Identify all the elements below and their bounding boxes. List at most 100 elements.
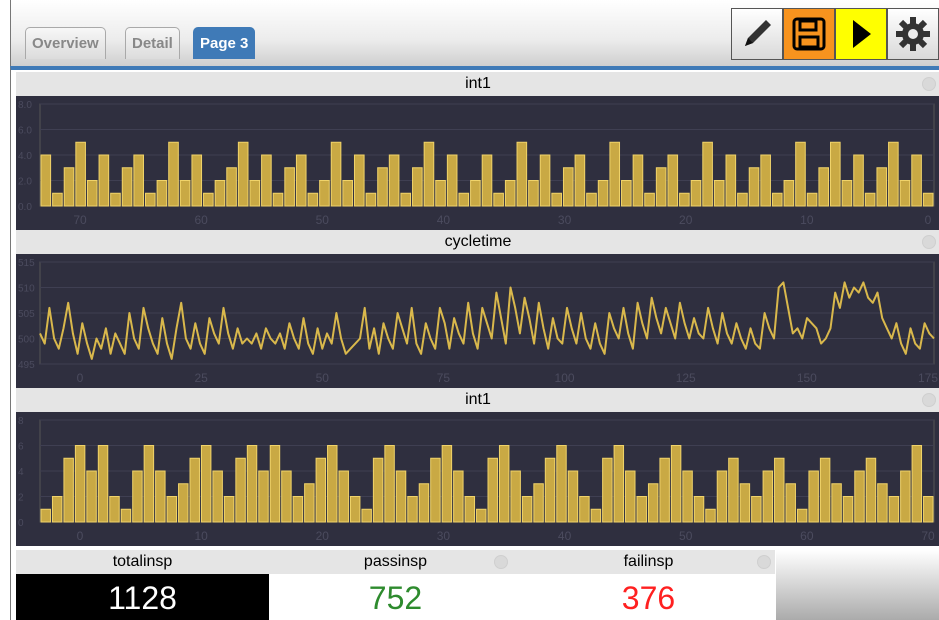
y-tick-label: 6 [18,442,24,453]
bar [86,470,97,523]
x-tick-label: 10 [194,529,208,543]
bar [621,180,632,207]
bar [214,180,226,207]
bar [636,496,647,523]
bar [327,445,338,523]
chart-2-menu-icon[interactable] [922,235,936,249]
bar [384,445,395,523]
bar [212,470,223,523]
top-bar: Overview Detail Page 3 [10,0,939,66]
bar [261,154,272,207]
run-button[interactable] [835,8,887,60]
bar [796,508,808,523]
stat-failinsp-menu-icon[interactable] [757,555,771,569]
edit-button[interactable] [731,8,783,60]
bar [40,508,51,523]
stat-totalinsp-label: totalinsp [112,553,173,570]
bar [395,470,407,523]
bar [295,154,307,207]
bar [609,141,621,207]
bar [168,141,179,207]
stat-failinsp-label: failinsp [623,553,674,570]
bar [831,483,842,523]
bar [841,180,853,207]
stat-passinsp-value: 752 [269,574,522,620]
gear-icon [896,17,930,51]
dashboard-content: int1 8.0 6.0 4.0 2.0 0.0 70 60 50 40 30 20 10 0 cycl… [10,66,939,620]
chart-3-title: int1 [465,391,491,408]
bar [235,457,246,523]
stat-totalinsp-value: 1128 [16,574,269,620]
bar [223,496,235,523]
bar [808,470,819,523]
stat-passinsp-menu-icon[interactable] [494,555,508,569]
bar [655,167,667,207]
chart-3-header: int1 [16,388,939,412]
bar [249,180,261,207]
bar [551,192,562,207]
bar [516,141,528,207]
bar [203,192,214,207]
bar [441,445,453,523]
bar [435,180,446,207]
save-button[interactable] [783,8,835,60]
bar [63,457,74,523]
bar [911,154,922,207]
x-tick-label: 125 [676,371,696,385]
bar [806,192,818,207]
x-tick-label: 30 [558,213,572,227]
bar [110,192,121,207]
bar [269,445,281,523]
y-tick-label: 2.0 [18,177,32,188]
bar [751,496,762,523]
play-icon [853,20,871,48]
bar [284,167,295,207]
bar [481,154,493,207]
bar [725,154,737,207]
bar [533,483,544,523]
bar [679,192,690,207]
bar [644,192,655,207]
bar [464,496,476,523]
x-tick-label: 100 [555,371,575,385]
bar [667,154,679,207]
bar [900,470,911,523]
bar [493,192,504,207]
stat-passinsp-label: passinsp [363,553,428,570]
bar [226,167,237,207]
bar [556,445,567,523]
bar [372,457,384,523]
bar [888,141,899,207]
bar [774,457,785,523]
chart-2-area: 515 510 505 500 495 0 25 50 75 100 125 150 175 [16,254,939,388]
tab-detail[interactable]: Detail [125,27,180,59]
bar [342,180,353,207]
tab-overview[interactable]: Overview [25,27,106,59]
bar [632,154,644,207]
pencil-icon [745,20,771,46]
stat-failinsp: failinsp 376 [522,550,775,620]
y-tick-label: 500 [18,335,35,346]
bar [702,141,713,207]
y-tick-label: 6.0 [18,126,32,137]
x-tick-label: 60 [194,213,208,227]
bar [762,470,774,523]
bar [458,192,470,207]
y-tick-label: 515 [18,258,35,269]
series-line [39,281,935,360]
bar [361,508,372,523]
bar [528,180,539,207]
x-tick-label: 20 [316,529,330,543]
bar [670,445,682,523]
chart-1-title: int1 [465,75,491,92]
x-tick-label: 50 [679,529,693,543]
empty-panel [776,550,939,620]
chart-3-menu-icon[interactable] [922,393,936,407]
x-tick-label: 20 [679,213,693,227]
bar [109,496,120,523]
chart-1-svg: 8.0 6.0 4.0 2.0 0.0 70 60 50 40 30 20 10 0 [18,100,935,227]
tab-page-3[interactable]: Page 3 [193,27,256,59]
chart-1-menu-icon[interactable] [922,77,936,91]
settings-button[interactable] [887,8,939,60]
y-tick-label: 0.0 [18,202,32,213]
